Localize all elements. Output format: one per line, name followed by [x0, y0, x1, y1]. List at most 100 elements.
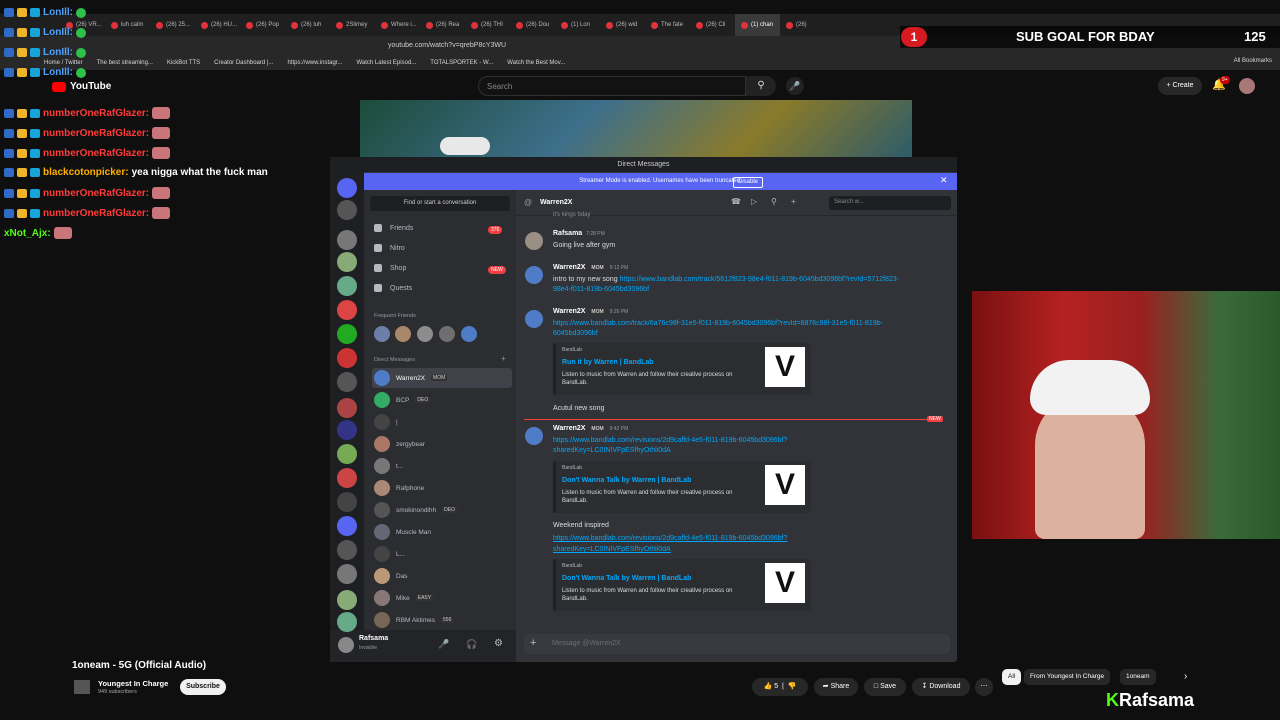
- more-icon[interactable]: ⋯: [975, 678, 993, 696]
- server-icon[interactable]: [337, 300, 357, 320]
- frequent-friend[interactable]: [417, 326, 433, 342]
- browser-tab[interactable]: (26) wid: [600, 14, 645, 36]
- server-icon[interactable]: [337, 230, 357, 250]
- server-icon[interactable]: [337, 540, 357, 560]
- share-button[interactable]: ➦ Share: [814, 678, 858, 696]
- server-icon[interactable]: [337, 468, 357, 488]
- message-author[interactable]: Warren2X MOM 9:42 PM: [553, 425, 628, 432]
- browser-tab[interactable]: (26) 25...: [150, 14, 195, 36]
- dm-item[interactable]: L...: [372, 544, 512, 564]
- avatar[interactable]: [525, 266, 543, 284]
- browser-tab[interactable]: The fate: [645, 14, 690, 36]
- dm-item[interactable]: smokinondihh DEO: [372, 500, 512, 520]
- nav-shop[interactable]: Shop: [374, 264, 406, 272]
- url-field[interactable]: youtube.com/watch?v=qrebP8cY3WU: [370, 39, 900, 53]
- save-button[interactable]: □ Save: [864, 678, 906, 696]
- dm-item[interactable]: Mike EASY: [372, 588, 512, 608]
- message-author[interactable]: Rafsama 7:28 PM: [553, 230, 605, 237]
- pin-icon[interactable]: ⚲: [771, 197, 777, 206]
- server-icon[interactable]: [337, 276, 357, 296]
- browser-tab[interactable]: (26) Dou: [510, 14, 555, 36]
- youtube-logo[interactable]: YouTube: [52, 81, 111, 92]
- server-icon[interactable]: [337, 398, 357, 418]
- embed-title[interactable]: Don't Wanna Talk by Warren | BandLab: [562, 575, 762, 582]
- find-conversation-button[interactable]: Find or start a conversation: [370, 196, 510, 211]
- message-link[interactable]: sharedKey=LC0INIVFpESfhyOthli0dA: [553, 545, 671, 555]
- search-input[interactable]: Search: [478, 76, 746, 96]
- bookmark-item[interactable]: Watch Latest Episod...: [356, 60, 416, 66]
- message-author[interactable]: Warren2X MOM 9:26 PM: [553, 308, 628, 315]
- create-button[interactable]: + Create: [1158, 77, 1202, 95]
- message-text[interactable]: https://www.bandlab.com/track/6a76c98f-3…: [553, 319, 883, 329]
- dm-item[interactable]: Muscle Man: [372, 522, 512, 542]
- browser-tab[interactable]: 2Slimey: [330, 14, 375, 36]
- frequent-friend[interactable]: [461, 326, 477, 342]
- message-author[interactable]: Warren2X MOM 9:12 PM: [553, 264, 628, 271]
- bookmark-item[interactable]: KickBot TTS: [167, 60, 200, 66]
- close-icon[interactable]: ✕: [940, 175, 948, 186]
- browser-tab[interactable]: (26) HU...: [195, 14, 240, 36]
- browser-tab[interactable]: (26) THI: [465, 14, 510, 36]
- download-button[interactable]: ↧ Download: [912, 678, 970, 696]
- browser-tab[interactable]: luh calm: [105, 14, 150, 36]
- dm-item[interactable]: Das: [372, 566, 512, 586]
- disable-button[interactable]: Disable: [733, 177, 764, 188]
- server-icon[interactable]: [337, 612, 357, 632]
- bookmark-item[interactable]: Creator Dashboard |...: [214, 60, 273, 66]
- headphones-icon[interactable]: 🎧: [466, 639, 477, 650]
- server-icon[interactable]: [337, 252, 357, 272]
- bookmark-item[interactable]: https://www.instagr...: [287, 60, 342, 66]
- browser-tab[interactable]: (26): [780, 14, 825, 36]
- server-icon[interactable]: [337, 324, 357, 344]
- add-friend-icon[interactable]: +: [791, 197, 796, 206]
- nav-nitro[interactable]: Nitro: [374, 244, 405, 252]
- video-icon[interactable]: ▷: [751, 197, 757, 206]
- bookmark-item[interactable]: Home / Twitter: [44, 60, 83, 66]
- avatar[interactable]: [338, 637, 354, 653]
- dm-item[interactable]: RBM Aktimes 556: [372, 610, 512, 630]
- dm-item[interactable]: Rafphone: [372, 478, 512, 498]
- message-input[interactable]: Message @Warren2X: [524, 634, 950, 654]
- add-attachment-icon[interactable]: +: [530, 637, 536, 649]
- browser-tab[interactable]: (26) luh: [285, 14, 330, 36]
- microphone-icon[interactable]: 🎤: [438, 639, 449, 650]
- dm-item[interactable]: Warren2X MOM: [372, 368, 512, 388]
- server-icon[interactable]: [337, 564, 357, 584]
- server-icon[interactable]: [337, 200, 357, 220]
- filter-chip[interactable]: All: [1002, 669, 1022, 685]
- server-icon[interactable]: [337, 590, 357, 610]
- frequent-friend[interactable]: [395, 326, 411, 342]
- avatar[interactable]: [525, 310, 543, 328]
- link-embed[interactable]: BandLab Run it by Warren | BandLab Listen …: [553, 343, 811, 395]
- frequent-friend[interactable]: [374, 326, 390, 342]
- dm-item[interactable]: zergybear: [372, 434, 512, 454]
- browser-tab[interactable]: (26) Pop: [240, 14, 285, 36]
- chevron-right-icon[interactable]: ›: [1184, 671, 1187, 682]
- server-icon[interactable]: [337, 516, 357, 536]
- search-icon[interactable]: ⚲: [746, 76, 776, 96]
- embed-title[interactable]: Don't Wanna Talk by Warren | BandLab: [562, 477, 762, 484]
- avatar[interactable]: [525, 427, 543, 445]
- avatar[interactable]: [1239, 78, 1255, 94]
- bookmark-item[interactable]: Watch the Best Mov...: [507, 60, 565, 66]
- message-text[interactable]: sharedKey=LC0INIVFpESfhyOthli0dA: [553, 446, 671, 456]
- filter-chip[interactable]: 1oneam: [1120, 669, 1156, 685]
- like-button[interactable]: 👍 5 | 👎: [752, 678, 808, 696]
- embed-title[interactable]: Run it by Warren | BandLab: [562, 359, 762, 366]
- message-link[interactable]: https://www.bandlab.com/revisions/2d9caf…: [553, 534, 787, 544]
- nav-friends[interactable]: Friends: [374, 224, 413, 232]
- browser-tab[interactable]: Where i...: [375, 14, 420, 36]
- browser-tab[interactable]: (26) Cli: [690, 14, 735, 36]
- avatar[interactable]: [525, 232, 543, 250]
- link-embed[interactable]: BandLab Don't Wanna Talk by Warren | Band…: [553, 559, 811, 611]
- gear-icon[interactable]: ⚙: [494, 638, 503, 649]
- message-text[interactable]: 98e4-f011-819b-6045bd3096bf: [553, 285, 649, 295]
- subscribe-button[interactable]: Subscribe: [180, 679, 226, 695]
- browser-tab[interactable]: (26) Rea: [420, 14, 465, 36]
- message-text[interactable]: https://www.bandlab.com/revisions/2d9caf…: [553, 436, 787, 446]
- filter-chip[interactable]: From Youngest In Charge: [1024, 669, 1111, 685]
- microphone-icon[interactable]: 🎤: [786, 77, 804, 95]
- message-text[interactable]: 6045bd3096bf: [553, 329, 598, 339]
- server-icon[interactable]: [337, 372, 357, 392]
- frequent-friend[interactable]: [439, 326, 455, 342]
